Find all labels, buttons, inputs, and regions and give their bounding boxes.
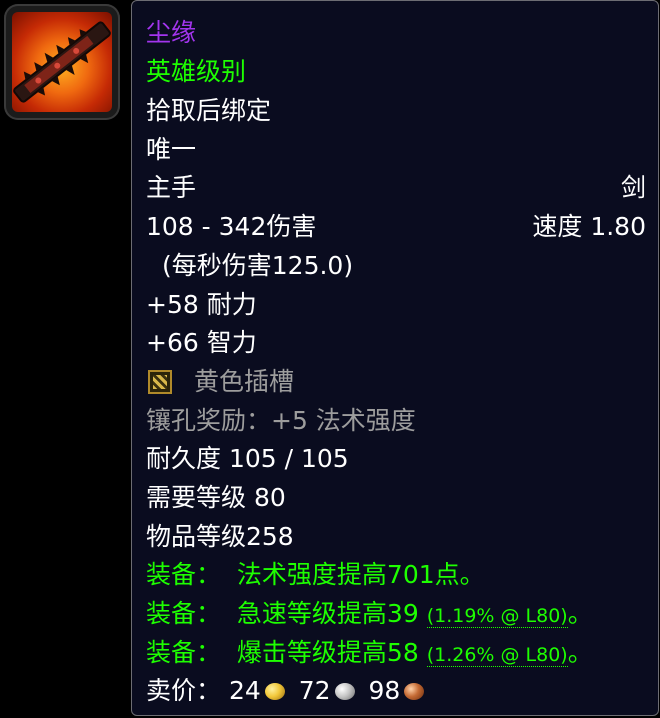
equip-detail: (1.19% @ L80) [426,605,568,628]
required-level: 需要等级 80 [146,483,286,512]
item-tooltip: 尘缘 英雄级别 拾取后绑定 唯一 主手 剑 108 - 342伤害 速度 1.8… [131,0,659,716]
equip-label: 装备： [146,599,222,628]
weapon-damage: 108 - 342伤害 [146,212,317,241]
equip-effect-haste[interactable]: 装备： 急速等级提高39 (1.19% @ L80)。 [146,595,646,633]
equip-effect-spellpower: 装备： 法术强度提高701点。 [146,556,646,594]
stat-stamina: +58 耐力 [146,290,257,319]
sell-price-label: 卖价： [146,676,222,705]
equip-end: 。 [567,599,593,628]
item-durability: 耐久度 105 / 105 [146,444,349,473]
copper-amount: 98 [368,676,401,705]
socket-label: 黄色插槽 [194,367,295,396]
gold-coin-icon [264,683,285,700]
equip-label: 装备： [146,638,222,667]
copper-coin-icon [404,683,425,700]
damage-row: 108 - 342伤害 速度 1.80 [146,208,646,246]
silver-coin-icon [334,683,355,700]
equip-text: 法术强度提高701点。 [236,560,485,589]
socket-bonus: 镶孔奖励：+5 法术强度 [146,406,416,435]
slot-row: 主手 剑 [146,169,646,207]
item-quality: 英雄级别 [146,57,247,86]
stat-intellect: +66 智力 [146,328,257,357]
item-name: 尘缘 [146,18,197,47]
equip-label: 装备： [146,560,222,589]
weapon-type: 剑 [620,173,646,202]
item-unique: 唯一 [146,135,197,164]
weapon-dps: (每秒伤害125.0) [162,251,354,280]
item-slot: 主手 [146,173,197,202]
sword-item-icon[interactable] [12,12,112,112]
sell-price-row: 卖价： 24 72 98 [146,672,646,710]
yellow-socket-icon [148,370,172,394]
item-icon-frame[interactable] [4,4,120,120]
silver-amount: 72 [298,676,331,705]
equip-effect-crit[interactable]: 装备： 爆击等级提高58 (1.26% @ L80)。 [146,634,646,672]
gold-amount: 24 [228,676,261,705]
socket-row: 黄色插槽 [146,363,646,401]
item-binding: 拾取后绑定 [146,96,272,125]
equip-end: 。 [567,638,593,667]
item-level: 物品等级258 [146,522,294,551]
equip-text: 急速等级提高39 [236,599,419,628]
equip-text: 爆击等级提高58 [236,638,419,667]
weapon-speed: 速度 1.80 [532,212,646,241]
equip-detail: (1.26% @ L80) [426,644,568,667]
